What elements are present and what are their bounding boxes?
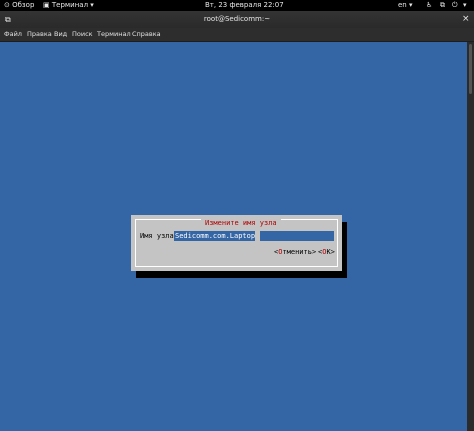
hostname-label: Имя узла: [140, 232, 174, 240]
chevron-down-icon[interactable]: ▾: [463, 0, 467, 11]
hostname-dialog: Измените имя узла Имя узла Sedicomm.com.…: [131, 215, 342, 271]
scrollbar[interactable]: [467, 42, 474, 431]
clock[interactable]: Вт, 23 февраля 22:07: [205, 0, 284, 11]
menu-terminal[interactable]: Терминал: [97, 28, 131, 41]
menu-file[interactable]: Файл: [4, 28, 22, 41]
menu-view[interactable]: Вид: [54, 28, 67, 41]
activities-label: Обзор: [12, 1, 35, 9]
hostname-value: Sedicomm.com.Laptop: [175, 232, 256, 240]
cancel-label: тменить>: [282, 248, 317, 256]
chevron-down-icon: ▾: [408, 1, 413, 9]
network-icon[interactable]: ⧉: [440, 0, 445, 11]
hostname-input[interactable]: Sedicomm.com.Laptop: [174, 231, 334, 241]
close-icon[interactable]: ×: [462, 14, 470, 24]
text-cursor: [255, 231, 260, 241]
power-icon[interactable]: ⏻: [452, 0, 458, 11]
app-menu-label: Терминал: [51, 1, 89, 9]
gnome-top-bar: ⊙ Обзор ▣ Терминал ▾ Вт, 23 февраля 22:0…: [0, 0, 474, 11]
accessibility-icon[interactable]: ♿: [426, 0, 432, 11]
app-menu-button[interactable]: ▣ Терминал ▾: [43, 0, 94, 11]
menu-help[interactable]: Справка: [132, 28, 161, 41]
window-titlebar[interactable]: ⧉ root@Sedicomm:~ ×: [0, 11, 474, 28]
chevron-down-icon: ▾: [90, 1, 94, 9]
ok-button[interactable]: <OK>: [318, 247, 335, 257]
menu-search[interactable]: Поиск: [72, 28, 93, 41]
dialog-title: Измените имя узла: [201, 219, 281, 228]
terminal-app-icon: ▣: [43, 1, 50, 9]
cancel-button[interactable]: <Отменить>: [274, 247, 316, 257]
activities-icon: ⊙: [4, 1, 10, 9]
language-label: en: [398, 1, 407, 9]
dialog-frame: Измените имя узла: [135, 219, 338, 267]
input-language-button[interactable]: en ▾: [398, 0, 413, 11]
window-title: root@Sedicomm:~: [203, 15, 271, 23]
activities-button[interactable]: ⊙ Обзор: [4, 0, 34, 11]
ok-label: K>: [326, 248, 335, 256]
scrollbar-thumb[interactable]: [469, 44, 472, 94]
menu-edit[interactable]: Правка: [27, 28, 52, 41]
menu-bar: Файл Правка Вид Поиск Терминал Справка: [0, 28, 474, 42]
